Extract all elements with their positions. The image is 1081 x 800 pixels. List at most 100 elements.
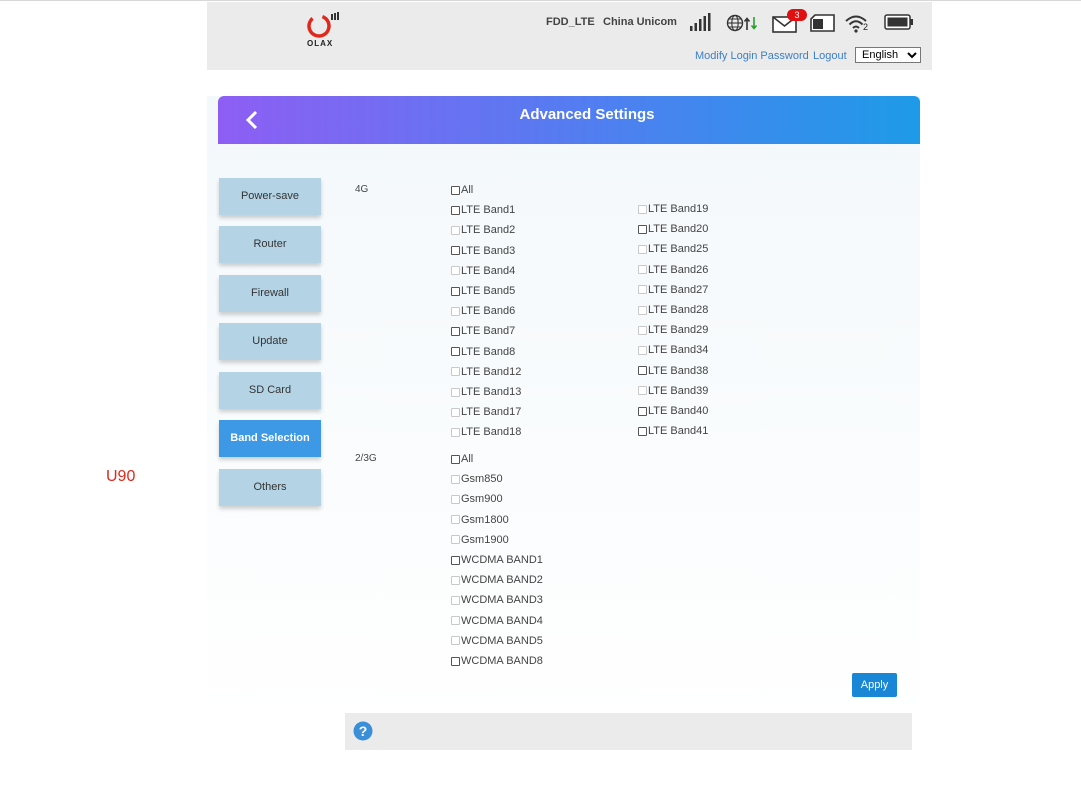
band-label: LTE Band2 xyxy=(461,224,516,237)
band-label: LTE Band25 xyxy=(648,243,709,256)
band-option-2-3g-all[interactable]: All xyxy=(451,452,473,466)
network-type: FDD_LTE xyxy=(546,16,595,28)
band-label: LTE Band6 xyxy=(461,305,516,318)
menu-item-others[interactable]: Others xyxy=(219,469,321,506)
band-option-4g-lte-band28: LTE Band28 xyxy=(638,303,708,317)
band-option-4g-lte-band27: LTE Band27 xyxy=(638,283,708,297)
band-label: LTE Band12 xyxy=(461,365,522,378)
band-option-2-3g-wcdma-band5: WCDMA BAND5 xyxy=(451,634,543,648)
band-checkbox[interactable] xyxy=(638,406,647,416)
apply-button[interactable]: Apply xyxy=(852,673,897,697)
band-checkbox[interactable] xyxy=(451,555,460,565)
header: OLAX FDD_LTE China Unicom 3 2 Modify Log… xyxy=(207,2,932,70)
band-option-4g-lte-band40[interactable]: LTE Band40 xyxy=(638,404,708,418)
band-label: WCDMA BAND4 xyxy=(461,614,543,627)
band-checkbox xyxy=(451,535,460,545)
band-checkbox[interactable] xyxy=(451,326,460,336)
menu-item-firewall[interactable]: Firewall xyxy=(219,275,321,312)
menu-item-band-selection[interactable]: Band Selection xyxy=(219,420,321,457)
section-label-4g: 4G xyxy=(355,184,369,195)
band-option-4g-all[interactable]: All xyxy=(451,183,473,197)
band-label: LTE Band40 xyxy=(648,405,709,417)
band-label: WCDMA BAND5 xyxy=(461,634,543,647)
menu-item-router[interactable]: Router xyxy=(219,226,321,263)
band-checkbox[interactable] xyxy=(451,246,460,256)
band-option-4g-lte-band26: LTE Band26 xyxy=(638,263,708,277)
band-checkbox xyxy=(451,494,460,504)
band-checkbox xyxy=(638,285,647,295)
band-checkbox[interactable] xyxy=(451,205,460,215)
band-checkbox xyxy=(638,204,647,214)
band-option-4g-lte-band41[interactable]: LTE Band41 xyxy=(638,424,708,438)
band-checkbox xyxy=(451,266,460,276)
band-option-4g-lte-band38[interactable]: LTE Band38 xyxy=(638,364,708,378)
battery-icon xyxy=(884,14,913,30)
question-icon[interactable]: ? xyxy=(353,721,373,741)
logo-text: OLAX xyxy=(307,39,334,48)
band-checkbox[interactable] xyxy=(451,185,460,195)
band-label: Gsm1900 xyxy=(461,533,509,546)
band-option-4g-lte-band19: LTE Band19 xyxy=(638,202,708,216)
unread-badge: 3 xyxy=(787,9,807,21)
band-checkbox[interactable] xyxy=(451,656,460,666)
band-checkbox xyxy=(451,515,460,525)
band-option-2-3g-wcdma-band2: WCDMA BAND2 xyxy=(451,573,543,587)
top-divider xyxy=(0,0,1081,1)
band-label: LTE Band13 xyxy=(461,386,522,398)
band-label: LTE Band5 xyxy=(461,285,516,297)
menu-item-sd-card[interactable]: SD Card xyxy=(219,372,321,409)
band-option-4g-lte-band4: LTE Band4 xyxy=(451,264,515,278)
band-checkbox xyxy=(451,407,460,417)
band-option-4g-lte-band7[interactable]: LTE Band7 xyxy=(451,324,515,338)
band-checkbox xyxy=(451,306,460,316)
band-checkbox xyxy=(638,244,647,254)
band-option-4g-lte-band2: LTE Band2 xyxy=(451,223,515,237)
band-option-2-3g-gsm1900: Gsm1900 xyxy=(451,533,509,547)
carrier-name: China Unicom xyxy=(603,16,677,28)
band-label: LTE Band39 xyxy=(648,384,709,397)
band-option-4g-lte-band17: LTE Band17 xyxy=(451,405,521,419)
band-option-4g-lte-band1[interactable]: LTE Band1 xyxy=(451,203,515,217)
band-label: WCDMA BAND2 xyxy=(461,574,543,587)
logout-link[interactable]: Logout xyxy=(813,50,847,62)
band-label: LTE Band19 xyxy=(648,203,709,215)
help-bar: ? xyxy=(345,713,912,750)
band-label: WCDMA BAND3 xyxy=(461,594,543,607)
band-label: LTE Band4 xyxy=(461,264,516,277)
modify-password-link[interactable]: Modify Login Password xyxy=(695,50,809,62)
band-label: WCDMA BAND1 xyxy=(461,554,543,566)
menu-item-update[interactable]: Update xyxy=(219,323,321,360)
menu-item-power-save[interactable]: Power-save xyxy=(219,178,321,215)
svg-text:?: ? xyxy=(359,723,368,739)
band-checkbox[interactable] xyxy=(451,286,460,296)
band-checkbox[interactable] xyxy=(638,426,647,436)
band-checkbox[interactable] xyxy=(638,224,647,234)
page-title: Advanced Settings xyxy=(519,106,655,123)
band-label: LTE Band29 xyxy=(648,324,709,337)
band-option-4g-lte-band6: LTE Band6 xyxy=(451,304,515,318)
band-checkbox xyxy=(451,616,460,626)
band-option-2-3g-gsm900: Gsm900 xyxy=(451,492,503,506)
band-option-4g-lte-band39: LTE Band39 xyxy=(638,384,708,398)
band-option-4g-lte-band5[interactable]: LTE Band5 xyxy=(451,284,515,298)
language-select[interactable]: English xyxy=(855,47,921,63)
band-label: LTE Band26 xyxy=(648,263,709,276)
band-option-4g-lte-band20[interactable]: LTE Band20 xyxy=(638,222,708,236)
band-label: Gsm1800 xyxy=(461,513,509,526)
band-checkbox xyxy=(638,265,647,275)
band-option-2-3g-wcdma-band4: WCDMA BAND4 xyxy=(451,614,543,628)
band-checkbox[interactable] xyxy=(638,366,647,376)
band-checkbox[interactable] xyxy=(451,347,460,357)
band-checkbox xyxy=(638,345,647,355)
band-label: LTE Band20 xyxy=(648,223,709,236)
band-checkbox[interactable] xyxy=(451,454,460,464)
band-option-4g-lte-band8[interactable]: LTE Band8 xyxy=(451,345,515,359)
band-label: All xyxy=(461,184,474,196)
band-label: Gsm900 xyxy=(461,493,503,506)
band-option-2-3g-wcdma-band8[interactable]: WCDMA BAND8 xyxy=(451,654,543,668)
band-option-4g-lte-band13: LTE Band13 xyxy=(451,385,521,399)
band-option-4g-lte-band29: LTE Band29 xyxy=(638,323,708,337)
band-option-4g-lte-band3[interactable]: LTE Band3 xyxy=(451,244,515,258)
band-option-2-3g-wcdma-band1[interactable]: WCDMA BAND1 xyxy=(451,553,543,567)
band-label: LTE Band18 xyxy=(461,426,522,439)
